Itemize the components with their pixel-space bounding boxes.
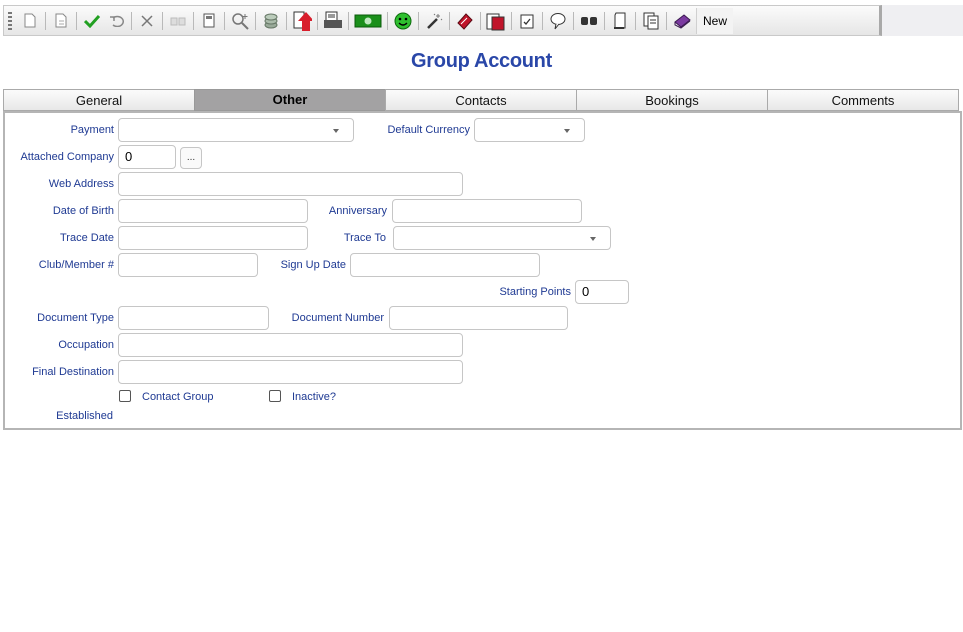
- trace-date-input[interactable]: [118, 226, 308, 250]
- toolbar-separator: [348, 11, 349, 30]
- anniversary-input[interactable]: [392, 199, 582, 223]
- attached-company-input[interactable]: 0: [118, 145, 176, 169]
- coins-icon[interactable]: [260, 10, 282, 32]
- toolbar-separator: [666, 11, 667, 30]
- toolbar-separator: [224, 11, 225, 30]
- toolbar-separator: [542, 11, 543, 30]
- toolbar-separator: [480, 11, 481, 30]
- new-document-icon[interactable]: [19, 10, 41, 32]
- scroll-icon[interactable]: [609, 10, 631, 32]
- contact-group-label: Contact Group: [142, 391, 214, 403]
- tab-contacts[interactable]: Contacts: [385, 89, 577, 111]
- attached-company-label: Attached Company: [20, 151, 114, 163]
- attached-company-browse-button[interactable]: ...: [180, 147, 202, 169]
- toolbar-background: [882, 5, 963, 36]
- magic-wand-icon[interactable]: [423, 10, 445, 32]
- final-destination-label: Final Destination: [32, 366, 114, 378]
- sign-up-date-input[interactable]: [350, 253, 540, 277]
- export-arrow-icon[interactable]: [291, 10, 313, 32]
- final-destination-input[interactable]: [118, 360, 463, 384]
- book-purple-icon[interactable]: [671, 10, 693, 32]
- toolbar-separator: [45, 11, 46, 30]
- toolbar-separator: [255, 11, 256, 30]
- search-plus-icon[interactable]: [229, 10, 251, 32]
- toolbar-separator: [317, 11, 318, 30]
- toolbar-separator: [162, 11, 163, 30]
- document-number-input[interactable]: [389, 306, 568, 330]
- toolbar-separator: [604, 11, 605, 30]
- toolbar-separator: [573, 11, 574, 30]
- tab-general[interactable]: General: [3, 89, 195, 111]
- inactive-label: Inactive?: [292, 391, 337, 403]
- tab-bookings[interactable]: Bookings: [576, 89, 768, 111]
- sign-up-date-label: Sign Up Date: [280, 259, 346, 271]
- established-label: Established: [56, 410, 113, 422]
- web-address-input[interactable]: [118, 172, 463, 196]
- clipboard-check-icon[interactable]: [516, 10, 538, 32]
- tab-comments[interactable]: Comments: [767, 89, 959, 111]
- save-check-icon[interactable]: [81, 10, 103, 32]
- new-button[interactable]: New: [696, 7, 734, 34]
- tab-bar: General Other Contacts Bookings Comments: [3, 89, 962, 111]
- trace-to-select[interactable]: [393, 226, 611, 250]
- copy-document-icon[interactable]: [50, 10, 72, 32]
- starting-points-input[interactable]: 0: [575, 280, 629, 304]
- payment-label: Payment: [70, 124, 114, 136]
- page-title: Group Account: [411, 50, 552, 72]
- occupation-label: Occupation: [58, 339, 114, 351]
- toolbar-separator: [449, 11, 450, 30]
- occupation-input[interactable]: [118, 333, 463, 357]
- document-number-label: Document Number: [291, 312, 384, 324]
- date-of-birth-input[interactable]: [118, 199, 308, 223]
- web-address-label: Web Address: [48, 178, 114, 190]
- toolbar-separator: [131, 11, 132, 30]
- club-member-label: Club/Member #: [38, 259, 114, 271]
- print-icon[interactable]: [322, 10, 344, 32]
- inactive-checkbox[interactable]: [269, 390, 281, 402]
- document-stack-icon[interactable]: [640, 10, 662, 32]
- club-member-input[interactable]: [118, 253, 258, 277]
- document-type-input[interactable]: [118, 306, 269, 330]
- toolbar-separator: [193, 11, 194, 30]
- smiley-icon[interactable]: [392, 10, 414, 32]
- binoculars-disabled-icon[interactable]: [167, 10, 189, 32]
- contact-group-checkbox[interactable]: [119, 390, 131, 402]
- toolbar-separator: [286, 11, 287, 30]
- documents-icon[interactable]: [485, 10, 507, 32]
- default-currency-label: Default Currency: [387, 124, 470, 136]
- toolbar-separator: [635, 11, 636, 30]
- document-type-label: Document Type: [37, 312, 114, 324]
- trace-date-label: Trace Date: [59, 232, 114, 244]
- starting-points-label: Starting Points: [499, 286, 571, 298]
- payment-select[interactable]: [118, 118, 354, 142]
- toolbar-separator: [387, 11, 388, 30]
- delete-x-icon[interactable]: [136, 10, 158, 32]
- tab-other[interactable]: Other: [194, 89, 386, 111]
- anniversary-label: Anniversary: [328, 205, 387, 217]
- toolbar-separator: [76, 11, 77, 30]
- grip-icon[interactable]: [8, 11, 12, 30]
- undo-icon[interactable]: [105, 10, 127, 32]
- money-icon[interactable]: [353, 10, 383, 32]
- date-of-birth-label: Date of Birth: [52, 205, 114, 217]
- toolbar-separator: [418, 11, 419, 30]
- form-panel: Payment Default Currency Attached Compan…: [3, 111, 962, 430]
- calculator-icon[interactable]: [198, 10, 220, 32]
- default-currency-select[interactable]: [474, 118, 585, 142]
- speech-bubble-icon[interactable]: [547, 10, 569, 32]
- book-red-icon[interactable]: [454, 10, 476, 32]
- binoculars-icon[interactable]: [578, 10, 600, 32]
- toolbar-separator: [511, 11, 512, 30]
- trace-to-label: Trace To: [343, 232, 386, 244]
- toolbar: New: [3, 5, 882, 36]
